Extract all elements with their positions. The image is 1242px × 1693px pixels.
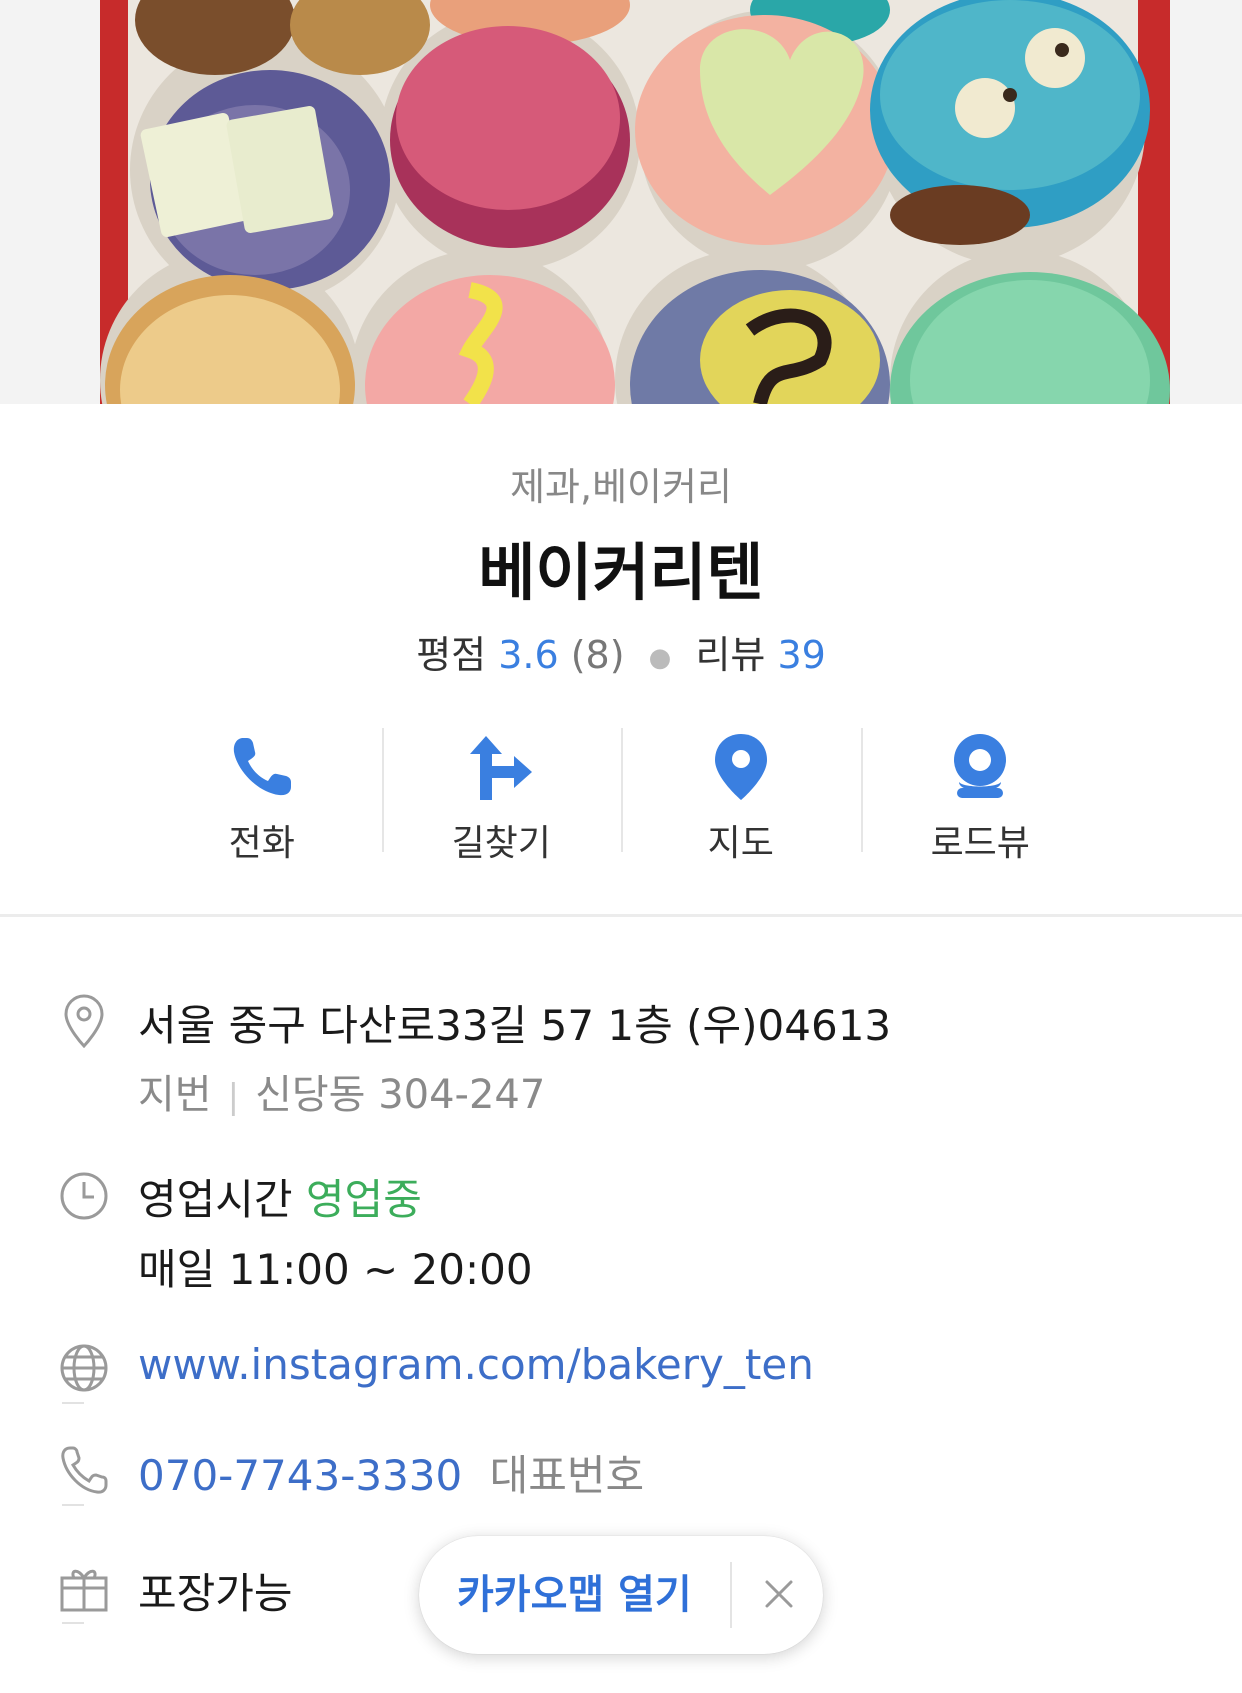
hours-detail: 매일 11:00 ~ 20:00 bbox=[138, 1245, 533, 1294]
website-link[interactable]: www.instagram.com/bakery_ten bbox=[138, 1340, 814, 1389]
review-label: 리뷰 bbox=[695, 633, 766, 677]
review-count: 39 bbox=[777, 633, 826, 677]
roadview-icon bbox=[954, 734, 1007, 798]
phone-outline-icon bbox=[61, 1446, 108, 1494]
gift-box-icon bbox=[60, 1569, 108, 1612]
hours-line[interactable]: 영업시간 영업중 bbox=[138, 1166, 422, 1227]
row-divider-notch bbox=[62, 1402, 84, 1404]
section-divider bbox=[0, 914, 1242, 917]
directions-label: 길찾기 bbox=[451, 823, 551, 864]
hours-status: 영업중 bbox=[305, 1175, 422, 1224]
clock-icon bbox=[60, 1172, 108, 1220]
phone-icon bbox=[233, 738, 291, 796]
open-kakaomap-button[interactable]: 카카오맵 열기 bbox=[457, 1536, 692, 1654]
rating-label: 평점 bbox=[416, 633, 487, 677]
action-bar: 전화 길찾기 지도 로드뷰 bbox=[142, 728, 1101, 864]
rating-count: (8) bbox=[570, 633, 625, 677]
category-label: 제과,베이커리 bbox=[510, 465, 732, 509]
phone-number[interactable]: 070-7743-3330 bbox=[138, 1451, 462, 1500]
roadview-label: 로드뷰 bbox=[930, 823, 1030, 864]
lot-address-line: 지번 | 신당동 304-247 bbox=[138, 1062, 545, 1120]
open-kakaomap-banner: 카카오맵 열기 bbox=[419, 1536, 823, 1654]
macarons-photo bbox=[0, 0, 1242, 404]
map-label: 지도 bbox=[707, 823, 774, 864]
row-divider-notch bbox=[62, 1622, 84, 1624]
directions-button[interactable]: 길찾기 bbox=[381, 728, 622, 864]
place-name: 베이커리텐 bbox=[478, 536, 764, 609]
close-icon[interactable] bbox=[751, 1566, 807, 1622]
roadview-button[interactable]: 로드뷰 bbox=[860, 728, 1101, 864]
phone-line[interactable]: 070-7743-3330 대표번호 bbox=[138, 1442, 644, 1503]
lot-address: 신당동 304-247 bbox=[255, 1072, 546, 1118]
directions-icon bbox=[470, 736, 533, 800]
row-divider-notch bbox=[62, 1504, 84, 1506]
takeout-text: 포장가능 bbox=[138, 1569, 293, 1618]
address-text[interactable]: 서울 중구 다산로33길 57 1층 (우)04613 bbox=[138, 992, 891, 1053]
location-pin-icon bbox=[64, 994, 104, 1048]
pill-separator bbox=[730, 1562, 732, 1628]
separator-dot: ● bbox=[648, 642, 672, 673]
rating-line[interactable]: 평점 3.6 (8) ● 리뷰 39 bbox=[0, 624, 1242, 679]
lot-separator: | bbox=[227, 1077, 240, 1117]
hero-photo[interactable] bbox=[0, 0, 1242, 404]
lot-label: 지번 bbox=[138, 1072, 212, 1118]
hours-label: 영업시간 bbox=[138, 1175, 293, 1224]
call-label: 전화 bbox=[228, 823, 295, 864]
call-button[interactable]: 전화 bbox=[142, 728, 382, 864]
globe-icon bbox=[60, 1344, 108, 1392]
rating-score: 3.6 bbox=[498, 633, 559, 677]
map-pin-icon bbox=[714, 734, 767, 800]
phone-note: 대표번호 bbox=[489, 1451, 645, 1500]
map-button[interactable]: 지도 bbox=[621, 728, 861, 864]
